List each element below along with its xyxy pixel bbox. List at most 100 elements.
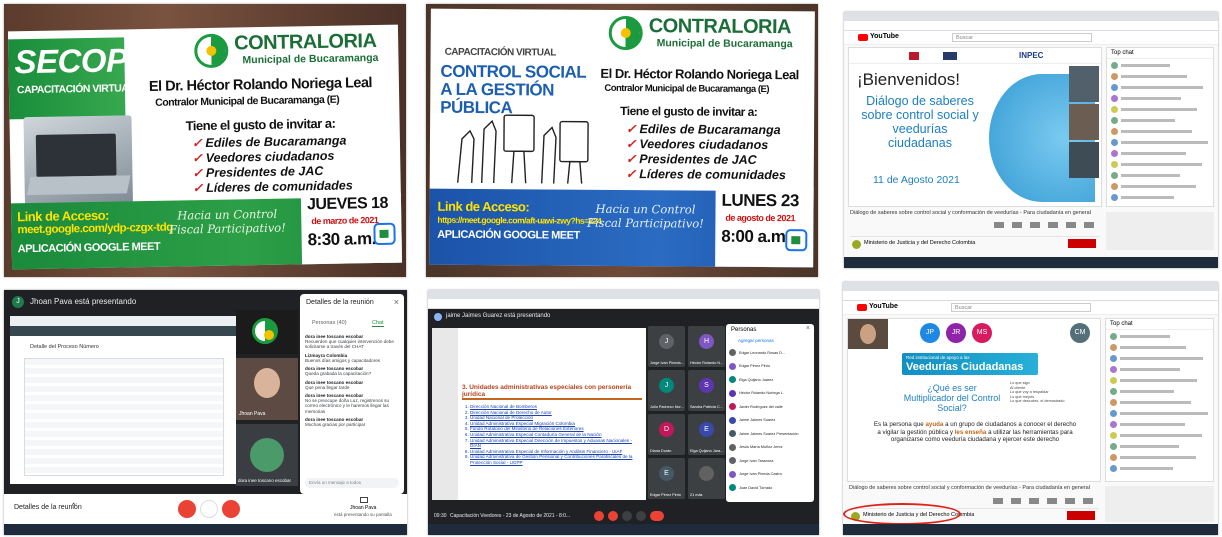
- youtube-logo-icon[interactable]: [857, 304, 867, 311]
- more-options-icon[interactable]: [636, 511, 646, 521]
- chat-message: [1110, 376, 1209, 385]
- shared-slide: 3. Unidades administrativas especiales c…: [432, 328, 646, 500]
- person-row[interactable]: Edgar Leonardo Rosas D...: [729, 346, 811, 360]
- presenter-role: Contralor Municipal de Bucaramanga (E): [604, 82, 770, 96]
- avatar: [729, 376, 736, 384]
- avatar: [729, 430, 736, 438]
- chat-message: [1110, 420, 1209, 429]
- chat-header[interactable]: Top chat: [1107, 48, 1213, 59]
- hangup-button[interactable]: [200, 500, 218, 518]
- browser-tabs: [428, 290, 819, 299]
- message-text: [1121, 196, 1174, 199]
- participant-avatars: JP JR MS CM: [920, 323, 1100, 347]
- logo-strip: INPEC: [849, 48, 1101, 64]
- mic-off-button[interactable]: [178, 500, 196, 518]
- chat-composer[interactable]: Envía un mensaje a todos: [305, 478, 399, 488]
- camera-button[interactable]: [608, 511, 618, 521]
- person-row[interactable]: Javier Rodríguez del valle: [729, 400, 811, 414]
- participant-avatar: MS: [972, 323, 992, 343]
- participant-name: Edgar Pérez Pinto: [650, 493, 681, 497]
- youtube-logo-icon[interactable]: [858, 34, 868, 41]
- avatar: [1110, 399, 1117, 406]
- participant-thumb: [1069, 104, 1099, 140]
- slogan: Hacia un Control Fiscal Participativo!: [586, 201, 704, 231]
- youtube-header: YouTube Buscar: [843, 301, 1218, 315]
- close-icon[interactable]: ×: [806, 325, 810, 332]
- address-bar[interactable]: [843, 291, 1218, 301]
- message-text: [1120, 346, 1187, 349]
- chevron-up-icon[interactable]: ^: [72, 503, 75, 510]
- person-row[interactable]: Juan David Tórrado: [729, 481, 811, 495]
- person-row[interactable]: Elga Quijano Juarez: [729, 373, 811, 387]
- person-row[interactable]: Jaime Jaimes Suarez Presentación: [729, 427, 811, 441]
- tab-chat[interactable]: Chat: [372, 320, 384, 327]
- hangup-button[interactable]: [650, 511, 664, 521]
- chat-message: [1111, 171, 1209, 180]
- channel-name[interactable]: Ministerio de Justicia y del Derecho Col…: [864, 240, 975, 246]
- address-bar[interactable]: [844, 21, 1218, 31]
- person-row[interactable]: Edgar Pérez Pinto: [729, 360, 811, 374]
- avatar: [729, 416, 736, 424]
- live-chat-panel: Top chat: [1106, 47, 1214, 207]
- avatar: [729, 362, 736, 370]
- chat-message: [1110, 332, 1209, 341]
- mic-button[interactable]: [594, 511, 604, 521]
- avatar: [1110, 432, 1117, 439]
- meeting-title: Capacitación Veedores - 23 de Agosto de …: [450, 513, 571, 519]
- youtube-header: YouTube Buscar: [844, 31, 1218, 45]
- presenting-bar: jaime Jaimes Guarez está presentando: [428, 310, 718, 324]
- video-player[interactable]: JP JR MS CM Red institucional de apoyo a la…: [847, 318, 1101, 482]
- person-row[interactable]: Jorge Ivan Pineda Castro: [729, 468, 811, 482]
- windows-taskbar: [428, 524, 819, 535]
- participant-avatar: JR: [946, 323, 966, 343]
- tab-people[interactable]: Personas (40): [312, 320, 347, 326]
- event-month: de marzo de 2021: [311, 214, 379, 227]
- message-text: Recuerden que cualquier intervención deb…: [305, 339, 394, 350]
- avatar: [1111, 106, 1118, 113]
- person-row[interactable]: Jorge Ivan Tarazona: [729, 454, 811, 468]
- message-text: Queda grabada la capacitación?: [305, 371, 372, 377]
- participant-name: Diana Durán: [650, 449, 672, 453]
- contraloria-logo-icon: [252, 318, 278, 344]
- participant-name: Julio Pacheco Nor...: [650, 405, 684, 409]
- link-label: Link de Acceso:: [437, 198, 530, 215]
- side-note: Lo que descubro, el demostrado: [1010, 399, 1065, 404]
- recommendations: [1106, 212, 1214, 250]
- present-now-icon[interactable]: [360, 497, 368, 503]
- link-label: Link de Acceso:: [17, 207, 110, 225]
- chat-header[interactable]: Top chat: [1106, 319, 1213, 330]
- present-button[interactable]: [622, 511, 632, 521]
- avatar: [1111, 183, 1118, 190]
- contraloria-logo-icon: [608, 15, 643, 51]
- message-text: [1121, 130, 1192, 133]
- invitee-list: ✓ Ediles de Bucaramanga ✓ Veedores ciudada…: [626, 122, 786, 183]
- video-player[interactable]: INPEC ¡Bienvenidos! Diálogo de saberes s…: [848, 47, 1102, 207]
- flyer-title: SECOP II: [14, 40, 153, 81]
- person-row[interactable]: Jaime Jaimes Suarez: [729, 414, 811, 428]
- search-input[interactable]: Buscar: [952, 33, 1092, 42]
- chat-message: [1111, 72, 1209, 81]
- subscribe-button[interactable]: [1068, 239, 1096, 248]
- recommendations: [1105, 486, 1214, 522]
- subscribe-button[interactable]: [1067, 511, 1095, 520]
- avatar: [729, 403, 736, 411]
- avatar: [1110, 443, 1117, 450]
- address-bar[interactable]: [428, 299, 819, 309]
- person-row[interactable]: Jesús María Muñoz Jerez: [729, 441, 811, 455]
- chat-message: [1111, 94, 1209, 103]
- flyer-card: CAPACITACIÓN VIRTUAL CONTROL SOCIAL A LA…: [429, 8, 815, 268]
- camera-off-button[interactable]: [222, 500, 240, 518]
- chat-message: [1111, 160, 1209, 169]
- add-people-button[interactable]: Agregar personas: [738, 338, 774, 343]
- message-text: [1120, 456, 1197, 459]
- meet-link[interactable]: https://meet.google.com/aft-uawi-zwy?hs=…: [437, 215, 601, 226]
- avatar: [1111, 150, 1118, 157]
- youtube-label: YouTube: [869, 303, 898, 310]
- search-input[interactable]: Buscar: [951, 303, 1091, 312]
- chat-messages: dora inee toscano escobar Recuerden que c…: [305, 334, 399, 431]
- meet-bottom-bar: 09:30 Capacitación Veedores - 23 de Agos…: [428, 508, 819, 524]
- close-icon[interactable]: ×: [394, 297, 399, 307]
- windows-taskbar: [4, 524, 407, 535]
- person-name: Héctor Rolando Noriega L.: [739, 391, 784, 396]
- person-row[interactable]: Héctor Rolando Noriega L.: [729, 387, 811, 401]
